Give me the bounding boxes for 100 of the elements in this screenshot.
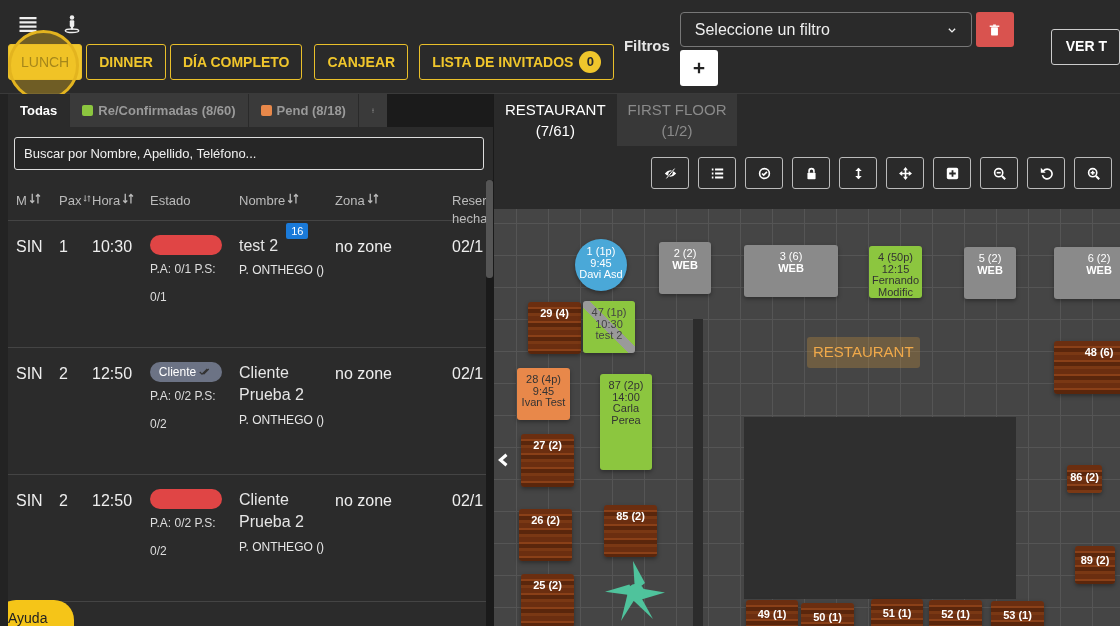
sort-icon[interactable] — [366, 192, 380, 205]
table-cell: no zone — [335, 238, 392, 255]
table-label: 27 (2) — [533, 440, 562, 453]
sort-icon[interactable] — [83, 192, 92, 205]
filter-select[interactable]: Seleccione un filtro — [679, 12, 972, 47]
table-label: 53 (1) — [1003, 610, 1032, 623]
shift-tab[interactable]: LISTA DE INVITADOS 0 — [419, 44, 615, 80]
shift-tab[interactable]: DINNER — [86, 44, 166, 80]
payment-text: P.A: 0/2 P.S: 0/2 — [150, 515, 217, 560]
table-label: 52 (1) — [941, 609, 970, 622]
toolbar-button[interactable] — [745, 157, 783, 189]
restaurant-table[interactable]: 28 (4p) 9:45 Ivan Test — [517, 368, 570, 420]
view-button[interactable]: VER T — [1050, 28, 1120, 65]
restaurant-table[interactable]: 29 (4) — [528, 302, 581, 354]
filter-tab[interactable]: Pend (8/18) — [248, 94, 359, 127]
shift-tab[interactable]: DÍA COMPLETO — [169, 44, 303, 80]
restaurant-table[interactable]: 50 (1) — [801, 603, 854, 626]
menu-icon[interactable] — [19, 15, 37, 33]
restaurant-table[interactable]: 52 (1) — [929, 600, 982, 626]
table-label: 5 (2) WEB — [977, 253, 1003, 278]
sort-icon[interactable] — [28, 192, 42, 205]
table-cell: no zone — [335, 492, 392, 509]
restaurant-table[interactable]: 49 (1) — [746, 600, 798, 626]
restaurant-table[interactable]: 27 (2) — [521, 434, 574, 487]
toolbar-button[interactable] — [1074, 157, 1112, 189]
restaurant-table[interactable]: 87 (2p) 14:00 Carla Perea — [600, 374, 652, 470]
table-label: 87 (2p) 14:00 Carla Perea — [608, 380, 644, 428]
search-field[interactable]: Buscar por Nombre, Apellido, Teléfono... — [14, 137, 484, 170]
source-text: P. ONTHEGO () — [239, 411, 326, 429]
column-header[interactable]: Zona — [335, 192, 365, 210]
sort-icon[interactable] — [287, 192, 301, 205]
guest-name: test 2 — [239, 237, 279, 254]
toolbar-button[interactable] — [933, 157, 971, 189]
toolbar-button[interactable] — [792, 157, 830, 189]
status-pill: Cliente — [150, 362, 222, 382]
restaurant-table[interactable]: 89 (2) — [1075, 546, 1115, 584]
toolbar-button[interactable] — [980, 157, 1018, 189]
table-cell: SIN — [16, 365, 43, 382]
filter-tab[interactable]: Re/Confirmadas (8/60) — [70, 94, 249, 127]
column-header[interactable]: Hora — [92, 192, 121, 210]
restaurant-table[interactable]: 48 (6) — [1054, 341, 1120, 394]
table-cell: no zone — [335, 365, 392, 382]
filter-tab[interactable]: Todas — [8, 94, 71, 127]
zone-label: RESTAURANT — [807, 337, 920, 368]
table-label: 89 (2) — [1080, 555, 1110, 568]
table-label: 4 (50p) 12:15 Fernando Modific — [871, 252, 920, 298]
help-button[interactable]: Ayuda — [8, 600, 74, 626]
toolbar-button[interactable] — [1027, 157, 1065, 189]
table-label: 86 (2) — [1070, 472, 1099, 485]
payment-text: P.A: 0/2 P.S: 0/2 — [150, 388, 217, 433]
zoom-out-icon — [992, 166, 1006, 180]
table-label: 29 (4) — [540, 308, 569, 321]
column-header[interactable]: Nombre — [239, 192, 286, 210]
count-badge: 16 — [286, 223, 309, 239]
restaurant-table[interactable]: 53 (1) — [991, 601, 1044, 626]
person-pin-icon[interactable] — [63, 13, 81, 35]
column-header[interactable]: Reser hecha — [452, 192, 490, 228]
column-header[interactable]: Estado — [150, 192, 191, 210]
toolbar-button[interactable] — [651, 157, 689, 189]
trash-icon — [989, 23, 1001, 36]
undo-icon — [1039, 166, 1053, 180]
payment-text: P.A: 0/1 P.S: 0/1 — [150, 261, 217, 306]
toolbar-button[interactable] — [698, 157, 736, 189]
table-label: 48 (6) — [1084, 347, 1114, 360]
add-button[interactable] — [679, 50, 718, 86]
move-icon — [898, 166, 912, 180]
shift-tab[interactable]: CANJEAR — [314, 44, 409, 80]
guest-name: Cliente Prueba 2 — [239, 491, 304, 531]
delete-button[interactable] — [975, 12, 1014, 47]
check-circle-icon — [757, 166, 771, 180]
restaurant-table[interactable]: 26 (2) — [519, 509, 572, 561]
table-cell: 2 — [59, 492, 68, 509]
table-cell: 02/1 — [452, 492, 484, 509]
restaurant-table[interactable]: 4 (50p) 12:15 Fernando Modific — [869, 246, 922, 298]
table-label: 6 (2) WEB — [1086, 253, 1112, 278]
restaurant-table[interactable]: 25 (2) — [521, 574, 574, 626]
restaurant-table[interactable]: 85 (2) — [604, 505, 657, 557]
column-header[interactable]: M — [16, 192, 27, 210]
list-icon — [710, 166, 724, 180]
lock-icon — [804, 166, 818, 180]
table-label: 3 (6) WEB — [778, 251, 804, 276]
source-text: P. ONTHEGO () — [239, 538, 326, 556]
filter-label: Filtros — [623, 36, 670, 57]
zoom-in-icon — [1086, 166, 1100, 180]
column-header[interactable]: Pax — [59, 192, 82, 210]
table-label: 28 (4p) 9:45 Ivan Test — [521, 374, 566, 411]
sort-icon[interactable] — [122, 192, 136, 205]
toolbar-button[interactable] — [886, 157, 924, 189]
count-badge: 0 — [579, 51, 602, 73]
chevron-left-icon[interactable] — [496, 451, 510, 469]
table-label: 25 (2) — [533, 580, 562, 593]
table-label: 26 (2) — [531, 515, 560, 528]
restaurant-table[interactable]: 51 (1) — [871, 599, 923, 626]
table-label: 49 (1) — [757, 609, 787, 622]
plus-square-icon — [945, 166, 959, 180]
table-label: 1 (1p) 9:45 Davi Asd — [579, 246, 623, 283]
scrollbar[interactable] — [486, 180, 493, 626]
table-cell: SIN — [16, 238, 43, 255]
restaurant-table[interactable]: 86 (2) — [1067, 465, 1102, 493]
toolbar-button[interactable] — [839, 157, 877, 189]
